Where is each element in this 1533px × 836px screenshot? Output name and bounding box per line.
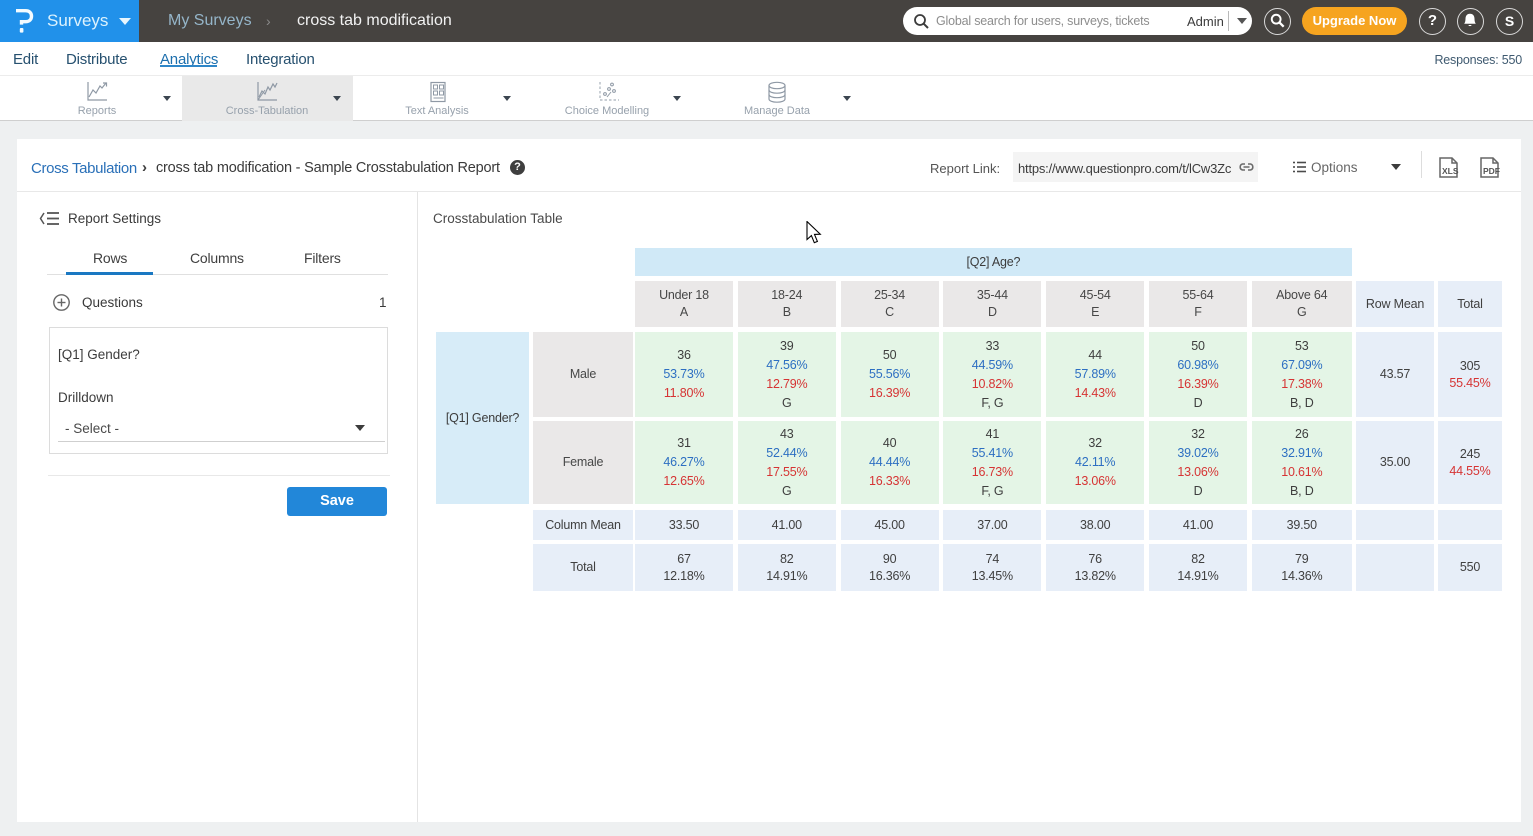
svg-text:XLS: XLS [1442, 166, 1459, 176]
svg-text:PDF: PDF [1483, 166, 1500, 176]
